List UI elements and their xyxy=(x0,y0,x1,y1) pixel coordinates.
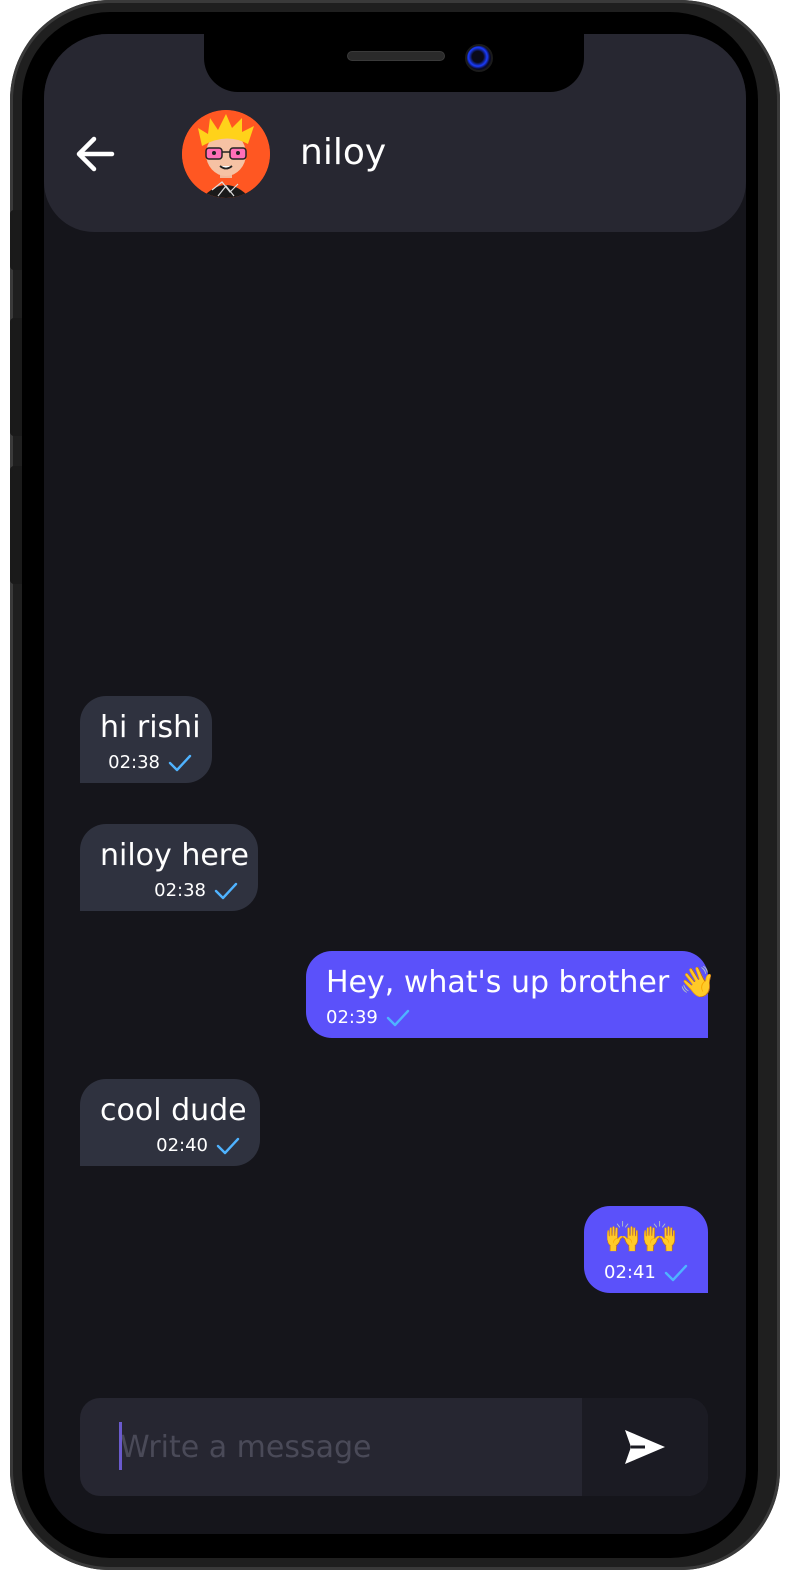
check-icon xyxy=(386,1009,410,1026)
notch xyxy=(204,34,584,92)
contact-name: niloy xyxy=(300,132,387,173)
check-icon xyxy=(214,882,238,899)
check-icon xyxy=(168,754,192,771)
message-input[interactable] xyxy=(80,1398,582,1496)
send-icon xyxy=(625,1430,665,1464)
message-composer xyxy=(80,1398,708,1496)
text-caret xyxy=(119,1422,122,1470)
message-time: 02:38 xyxy=(154,880,206,901)
message-time: 02:41 xyxy=(604,1262,656,1283)
message-time: 02:40 xyxy=(156,1135,208,1156)
avatar-image xyxy=(182,110,270,198)
message-meta: 02:40 xyxy=(100,1135,240,1156)
message-time: 02:38 xyxy=(108,752,160,773)
volume-up-button xyxy=(10,318,22,436)
message-time: 02:39 xyxy=(326,1007,378,1028)
check-icon xyxy=(664,1264,688,1281)
message-bubble-incoming[interactable]: hi rishi 02:38 xyxy=(80,696,212,783)
message-bubble-incoming[interactable]: cool dude 02:40 xyxy=(80,1079,260,1166)
message-meta: 02:38 xyxy=(100,880,238,901)
mute-switch xyxy=(10,210,22,270)
message-bubble-outgoing[interactable]: 🙌🙌 02:41 xyxy=(584,1206,708,1293)
message-text: niloy here xyxy=(100,838,249,873)
message-text: hi rishi xyxy=(100,710,201,745)
message-text: cool dude xyxy=(100,1093,247,1128)
volume-down-button xyxy=(10,466,22,584)
check-icon xyxy=(216,1137,240,1154)
avatar[interactable] xyxy=(182,110,270,198)
message-meta: 02:41 xyxy=(604,1262,688,1283)
message-meta: 02:39 xyxy=(326,1007,688,1028)
chat-screen: niloy hi rishi 02:38 niloy here 02:38 He… xyxy=(44,34,746,1534)
message-bubble-incoming[interactable]: niloy here 02:38 xyxy=(80,824,258,911)
message-bubble-outgoing[interactable]: Hey, what's up brother 👋 02:39 xyxy=(306,951,717,1038)
back-button[interactable] xyxy=(74,134,118,174)
speaker-grille xyxy=(347,51,445,61)
front-camera xyxy=(465,44,493,72)
message-text: Hey, what's up brother 👋 xyxy=(326,965,717,1000)
message-text: 🙌🙌 xyxy=(604,1220,679,1255)
send-button[interactable] xyxy=(582,1398,708,1496)
message-meta: 02:38 xyxy=(100,752,192,773)
arrow-left-icon xyxy=(76,136,115,172)
